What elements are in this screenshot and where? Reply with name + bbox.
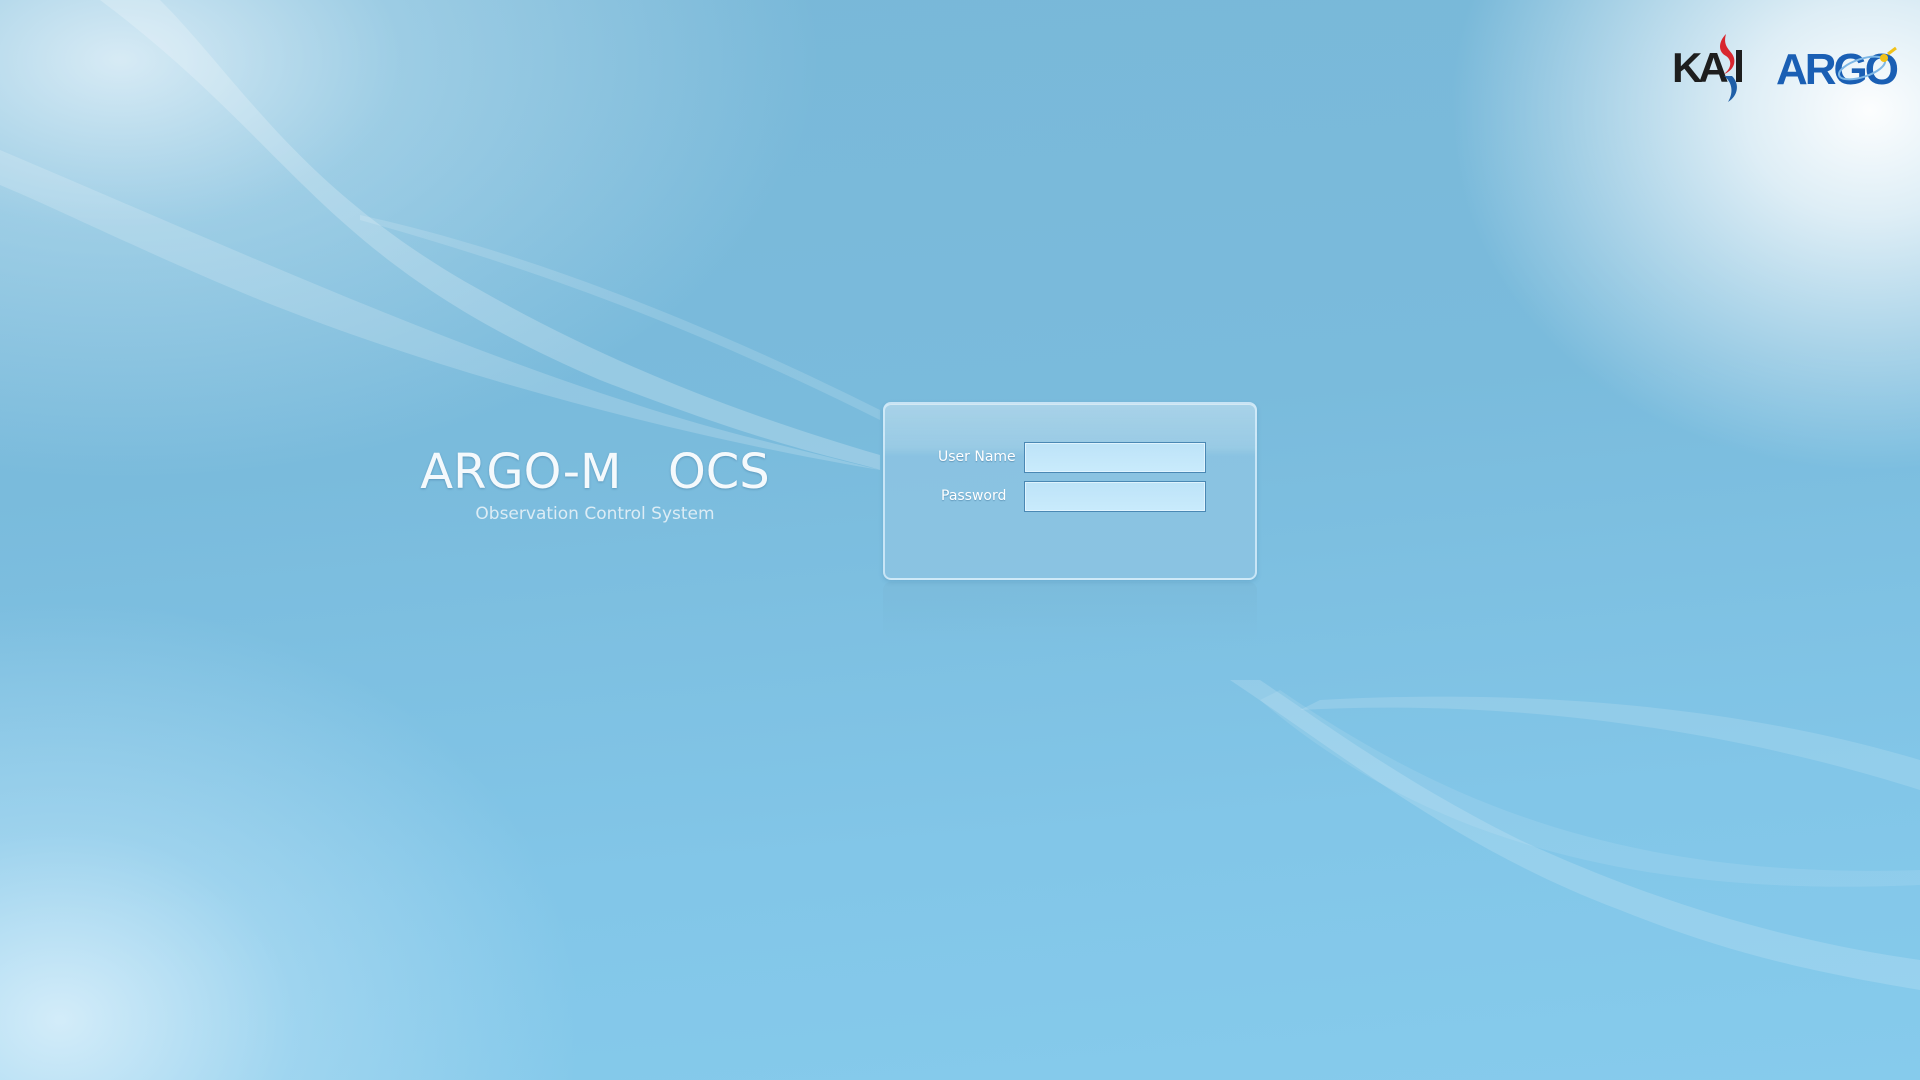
kasi-logo: KA (1672, 34, 1742, 102)
title-block: ARGO-M OCS Observation Control System (380, 444, 810, 524)
svg-text:KA: KA (1672, 44, 1728, 91)
username-label: User Name (938, 449, 1016, 465)
login-panel-reflection (883, 582, 1257, 642)
argo-logo: ARGO (1776, 45, 1900, 94)
app-title: ARGO-M OCS (420, 444, 770, 500)
password-input[interactable] (1024, 481, 1206, 512)
login-panel: User Name Password (883, 402, 1257, 580)
username-row: User Name (885, 442, 1255, 474)
password-row: Password (885, 481, 1255, 513)
password-label: Password (941, 488, 1007, 504)
username-input[interactable] (1024, 442, 1206, 473)
app-subtitle: Observation Control System (475, 504, 715, 524)
header-logos: KA ARGO (1672, 26, 1902, 106)
